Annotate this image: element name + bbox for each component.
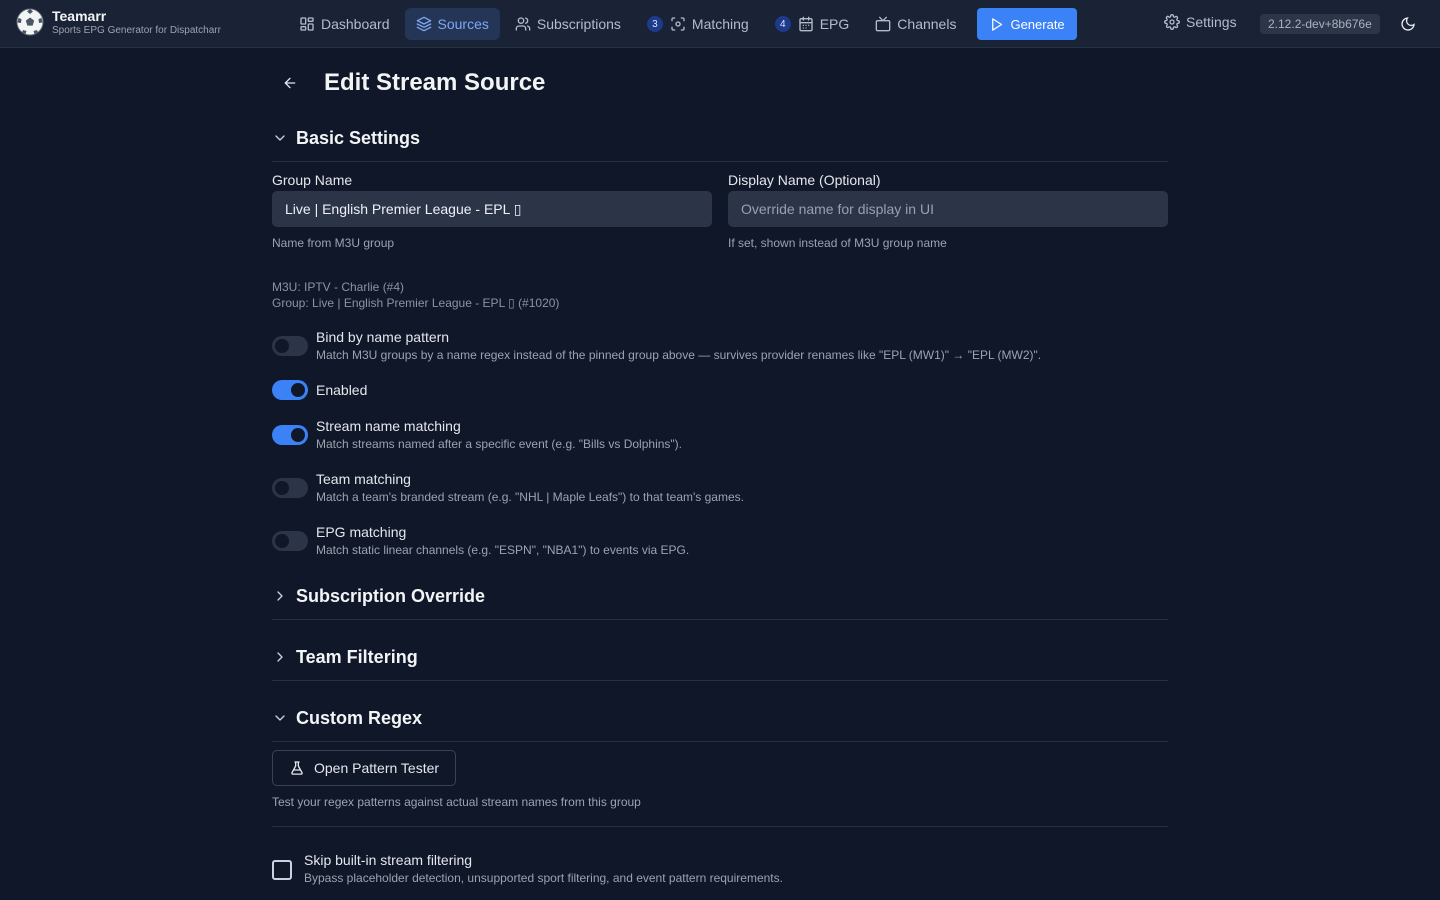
nav-channels-label: Channels bbox=[897, 16, 957, 32]
nav-epg-label: EPG bbox=[819, 16, 850, 32]
calendar-icon bbox=[799, 16, 813, 32]
toggle-description: Match static linear channels (e.g. "ESPN… bbox=[316, 543, 690, 557]
nav-sources-label: Sources bbox=[437, 16, 489, 32]
skip-filtering-checkbox[interactable] bbox=[272, 860, 292, 880]
section-subscription-override[interactable]: Subscription Override bbox=[272, 581, 1168, 611]
toggle-label: Enabled bbox=[316, 382, 368, 398]
stream-name-matching-toggle[interactable] bbox=[272, 425, 308, 445]
matching-count-badge: 3 bbox=[646, 16, 663, 32]
nav-channels[interactable]: Channels bbox=[864, 8, 967, 40]
group-name-label: Group Name bbox=[272, 172, 353, 188]
nav-sources[interactable]: Sources bbox=[404, 8, 500, 40]
section-divider bbox=[272, 680, 1168, 681]
m3u-group-info: Group: Live | English Premier League - E… bbox=[272, 296, 560, 310]
epg-matching-toggle[interactable] bbox=[272, 531, 308, 551]
toggle-knob bbox=[275, 534, 289, 548]
section-divider bbox=[272, 161, 1168, 162]
epg-count-badge: 4 bbox=[774, 16, 791, 32]
app-title: Teamarr bbox=[52, 7, 107, 24]
nav-settings[interactable]: Settings bbox=[1164, 14, 1237, 30]
main-nav: Dashboard Sources Subscriptions 3 Matchi… bbox=[288, 8, 1077, 40]
chevron-right-icon bbox=[277, 591, 283, 601]
section-title: Basic Settings bbox=[296, 127, 421, 148]
nav-dashboard-label: Dashboard bbox=[321, 16, 390, 32]
stream-name-matching-row: Stream name matching Match streams named… bbox=[272, 418, 682, 451]
soccer-ball-icon bbox=[16, 8, 44, 36]
moon-icon bbox=[1401, 17, 1415, 31]
nav-subscriptions-label: Subscriptions bbox=[536, 16, 621, 32]
enabled-row: Enabled bbox=[272, 380, 367, 400]
brand[interactable]: Teamarr Sports EPG Generator for Dispatc… bbox=[16, 8, 221, 36]
chevron-down-icon bbox=[275, 715, 285, 721]
flask-icon bbox=[291, 761, 303, 775]
toggle-knob bbox=[275, 481, 289, 495]
settings-label: Settings bbox=[1186, 14, 1237, 30]
m3u-account-info: M3U: IPTV - Charlie (#4) bbox=[272, 280, 405, 294]
section-title: Custom Regex bbox=[296, 707, 423, 728]
pattern-tester-help: Test your regex patterns against actual … bbox=[272, 795, 641, 809]
nav-dashboard[interactable]: Dashboard bbox=[288, 8, 401, 40]
skip-filtering-row: Skip built-in stream filtering Bypass pl… bbox=[272, 852, 783, 885]
play-icon bbox=[992, 17, 1003, 31]
generate-label: Generate bbox=[1010, 16, 1065, 32]
tv-icon bbox=[875, 16, 891, 32]
page-title: Edit Stream Source bbox=[324, 69, 546, 96]
theme-toggle-button[interactable] bbox=[1398, 14, 1418, 34]
page-header: Edit Stream Source bbox=[272, 66, 545, 100]
nav-subscriptions[interactable]: Subscriptions bbox=[504, 8, 632, 40]
chevron-right-icon bbox=[277, 652, 283, 662]
section-basic-settings[interactable]: Basic Settings bbox=[272, 123, 1168, 153]
team-matching-toggle[interactable] bbox=[272, 478, 308, 498]
toggle-label: EPG matching bbox=[316, 524, 407, 540]
section-custom-regex[interactable]: Custom Regex bbox=[272, 703, 1168, 733]
users-icon bbox=[515, 17, 531, 31]
layers-icon bbox=[416, 16, 431, 32]
open-pattern-tester-button[interactable]: Open Pattern Tester bbox=[272, 750, 457, 786]
display-name-label: Display Name (Optional) bbox=[728, 172, 881, 188]
checkbox-description: Bypass placeholder detection, unsupporte… bbox=[304, 871, 783, 885]
display-name-help: If set, shown instead of M3U group name bbox=[728, 236, 947, 250]
toggle-knob bbox=[291, 383, 305, 397]
toggle-label: Stream name matching bbox=[316, 418, 461, 434]
version-badge: 2.12.2-dev+8b676e bbox=[1260, 14, 1380, 34]
nav-matching[interactable]: 3 Matching bbox=[636, 8, 760, 40]
back-button[interactable] bbox=[272, 66, 308, 100]
arrow-left-icon bbox=[284, 77, 296, 89]
toggle-knob bbox=[275, 339, 289, 353]
gear-icon bbox=[1164, 14, 1180, 30]
chevron-down-icon bbox=[275, 135, 285, 141]
dashboard-icon bbox=[300, 17, 314, 31]
generate-button[interactable]: Generate bbox=[977, 8, 1077, 40]
group-name-input[interactable] bbox=[272, 191, 712, 227]
app-subtitle: Sports EPG Generator for Dispatcharr bbox=[52, 24, 221, 36]
scan-icon bbox=[671, 17, 685, 31]
bind-by-pattern-toggle[interactable] bbox=[272, 336, 308, 356]
toggle-label: Bind by name pattern bbox=[316, 329, 450, 345]
toggle-description: Match M3U groups by a name regex instead… bbox=[316, 348, 1042, 362]
nav-epg[interactable]: 4 EPG bbox=[764, 8, 861, 40]
display-name-input[interactable] bbox=[728, 191, 1168, 227]
toggle-knob bbox=[291, 428, 305, 442]
bind-by-pattern-row: Bind by name pattern Match M3U groups by… bbox=[272, 329, 1041, 362]
section-title: Team Filtering bbox=[296, 646, 418, 667]
toggle-description: Match a team's branded stream (e.g. "NHL… bbox=[316, 490, 744, 504]
section-divider bbox=[272, 619, 1168, 620]
group-name-help: Name from M3U group bbox=[272, 236, 395, 250]
regex-divider bbox=[272, 826, 1168, 827]
toggle-label: Team matching bbox=[316, 471, 411, 487]
epg-matching-row: EPG matching Match static linear channel… bbox=[272, 524, 689, 557]
team-matching-row: Team matching Match a team's branded str… bbox=[272, 471, 744, 504]
section-title: Subscription Override bbox=[296, 585, 486, 606]
top-nav-bar: Teamarr Sports EPG Generator for Dispatc… bbox=[0, 0, 1440, 48]
section-team-filtering[interactable]: Team Filtering bbox=[272, 642, 1168, 672]
checkbox-label: Skip built-in stream filtering bbox=[304, 852, 473, 868]
section-divider bbox=[272, 741, 1168, 742]
toggle-description: Match streams named after a specific eve… bbox=[316, 437, 682, 451]
enabled-toggle[interactable] bbox=[272, 380, 308, 400]
pattern-tester-label: Open Pattern Tester bbox=[314, 760, 440, 776]
nav-matching-label: Matching bbox=[691, 16, 749, 32]
